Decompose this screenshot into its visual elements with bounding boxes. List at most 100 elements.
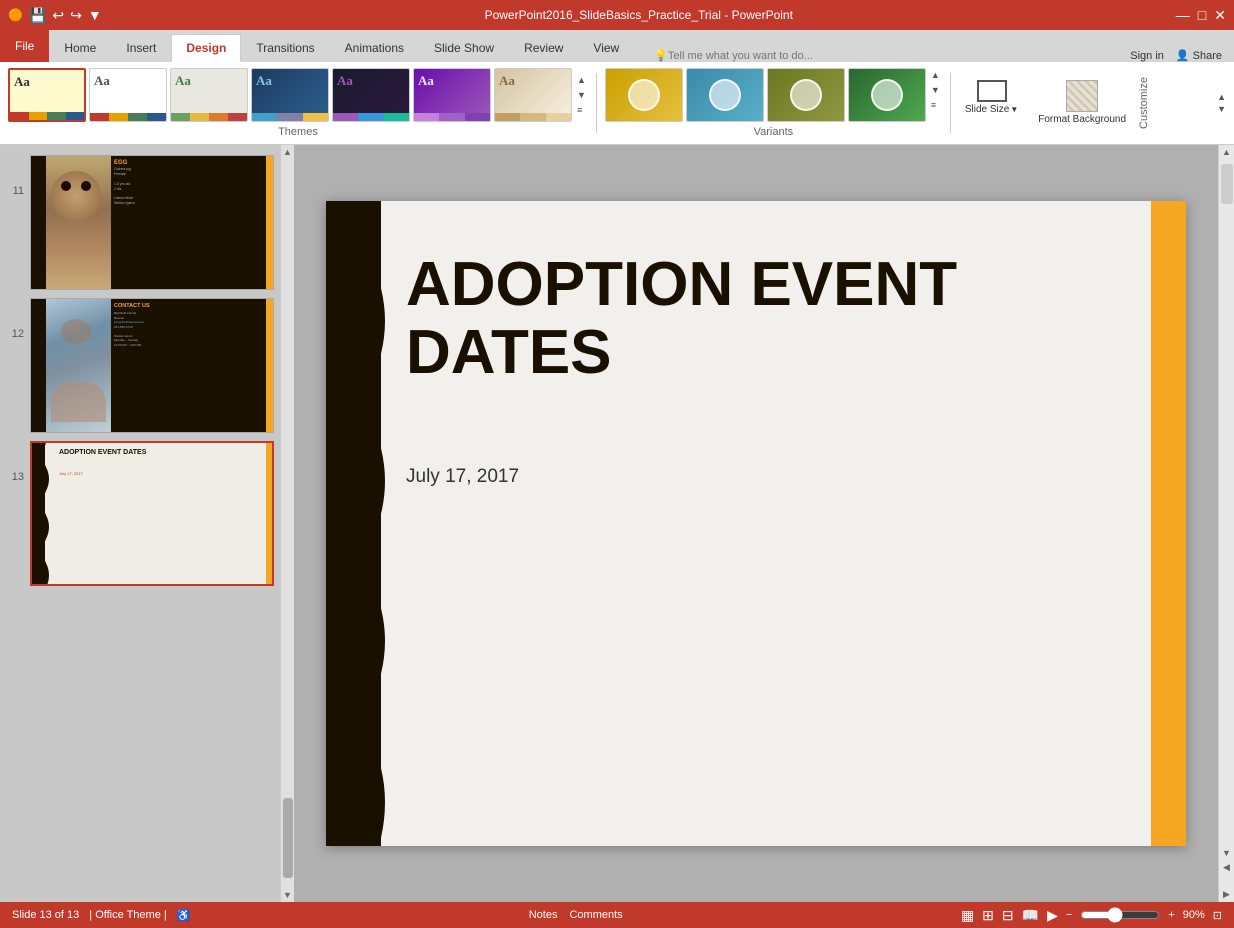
variant-blue[interactable] [686, 68, 764, 122]
theme-4[interactable]: Aa [251, 68, 329, 122]
themes-scroll-down[interactable]: ▼ [575, 88, 588, 102]
thumb-12-body: Blythfield AnimalRescue info@blythfield-… [114, 311, 263, 347]
accessibility-icon[interactable]: ♿ [177, 909, 191, 922]
variants-row: ▲ ▼ ≡ [605, 68, 942, 122]
status-center: Notes Comments [529, 909, 623, 921]
format-background-button[interactable]: Format Background [1032, 76, 1132, 130]
theme-2[interactable]: Aa [89, 68, 167, 122]
theme-7[interactable]: Aa [494, 68, 572, 122]
slide-info: Slide 13 of 13 [12, 909, 79, 921]
view-normal[interactable]: ▦ [961, 907, 974, 924]
zoom-in[interactable]: + [1168, 909, 1174, 921]
search-input[interactable] [668, 50, 868, 62]
search-area: 💡 [634, 49, 1118, 62]
share-button[interactable]: 👤 Share [1176, 49, 1222, 62]
slide-content: ADOPTION EVENT DATES July 17, 2017 [406, 201, 1136, 846]
quick-access-undo[interactable]: ↩ [52, 7, 64, 24]
thumb-11-title: EGG [114, 160, 263, 166]
slide-preview-12[interactable]: CONTACT US Blythfield AnimalRescue info@… [30, 298, 274, 433]
quick-access-save[interactable]: 💾 [29, 7, 46, 24]
slide-thumb-13[interactable]: 13 ADOPTION EVENT DATES July 17, 2017 [4, 439, 276, 588]
variant-olive[interactable] [767, 68, 845, 122]
view-outline[interactable]: ⊞ [982, 907, 994, 924]
themes-scroll-up[interactable]: ▲ [575, 73, 588, 87]
slide-panel-scrollbar[interactable]: ▲ ▼ [280, 145, 294, 902]
zoom-percent[interactable]: 90% [1183, 909, 1205, 921]
slide-preview-13[interactable]: ADOPTION EVENT DATES July 17, 2017 [30, 441, 274, 586]
theme-5[interactable]: Aa [332, 68, 410, 122]
close-button[interactable]: ✕ [1214, 7, 1226, 24]
themes-more[interactable]: ≡ [575, 103, 588, 117]
canvas-scroll-up[interactable]: ▲ [1220, 145, 1233, 159]
slide-panel: 11 [0, 145, 280, 902]
comments-button[interactable]: Comments [569, 909, 622, 921]
thumb-13-date: July 17, 2017 [59, 471, 262, 476]
canvas-scrollbar[interactable]: ▲ ▼ ◀ ▶ [1218, 145, 1234, 902]
tab-view[interactable]: View [578, 34, 634, 62]
slide-wavy-edge [365, 201, 395, 846]
customize-label: Customize [1138, 77, 1150, 129]
slide-right-bar [1151, 201, 1186, 846]
tab-transitions[interactable]: Transitions [241, 34, 329, 62]
variants-scroll-up[interactable]: ▲ [929, 68, 942, 82]
canvas-scroll-left[interactable]: ◀ [1221, 860, 1232, 875]
slide-thumb-11[interactable]: 11 [4, 153, 276, 292]
quick-access-more[interactable]: ▼ [88, 7, 102, 23]
maximize-button[interactable]: □ [1198, 7, 1206, 23]
slide-left-bar [326, 201, 381, 846]
slide-thumb-12[interactable]: 12 CONTACT US [4, 296, 276, 435]
notes-button[interactable]: Notes [529, 909, 558, 921]
variants-scroll-down[interactable]: ▼ [929, 83, 942, 97]
scrollbar-thumb[interactable] [283, 798, 293, 878]
slide-size-icon [977, 80, 1007, 102]
slide-date[interactable]: July 17, 2017 [406, 466, 519, 488]
slide-canvas[interactable]: ADOPTION EVENT DATES July 17, 2017 [326, 201, 1186, 846]
view-reading[interactable]: 📖 [1022, 907, 1039, 924]
canvas-scrollbar-thumb[interactable] [1221, 164, 1233, 204]
thumb-13-title: ADOPTION EVENT DATES [59, 449, 262, 457]
zoom-slider[interactable] [1080, 907, 1160, 923]
variant-green[interactable] [848, 68, 926, 122]
view-slide-sorter[interactable]: ⊟ [1002, 907, 1014, 924]
theme-3[interactable]: Aa [170, 68, 248, 122]
tab-slideshow[interactable]: Slide Show [419, 34, 509, 62]
ribbon-divider-1 [596, 73, 597, 133]
ribbon-scroll-down[interactable]: ▼ [1217, 104, 1226, 114]
view-presenter[interactable]: ▶ [1047, 907, 1058, 924]
minimize-button[interactable]: — [1176, 7, 1190, 23]
canvas-scroll-right[interactable]: ▶ [1221, 887, 1232, 902]
slide-preview-11[interactable]: EGG Guinea pigFemale1.8 yrs old2 lbsLlam… [30, 155, 274, 290]
tab-review[interactable]: Review [509, 34, 578, 62]
zoom-out[interactable]: − [1066, 909, 1072, 921]
canvas-scrollbar-track [1220, 159, 1234, 846]
tab-insert[interactable]: Insert [111, 34, 171, 62]
title-bar-right: — □ ✕ [1176, 7, 1226, 24]
canvas-scroll-down[interactable]: ▼ [1220, 846, 1233, 860]
quick-access-redo[interactable]: ↪ [70, 7, 82, 24]
slide-size-button[interactable]: Slide Size ▼ [959, 76, 1024, 119]
ribbon-scroll-up[interactable]: ▲ [1217, 92, 1226, 102]
themes-row: Aa Aa Aa [8, 68, 588, 122]
slide-number-12: 12 [6, 298, 24, 340]
wavy-svg-13 [38, 443, 51, 584]
fit-slide[interactable]: ⊡ [1213, 909, 1222, 922]
slide-title[interactable]: ADOPTION EVENT DATES [406, 251, 1136, 387]
variant-gold[interactable] [605, 68, 683, 122]
tab-animations[interactable]: Animations [330, 34, 419, 62]
scrollbar-up-arrow[interactable]: ▲ [281, 145, 294, 159]
slide-canvas-wrap: ADOPTION EVENT DATES July 17, 2017 [294, 145, 1218, 902]
variants-more[interactable]: ≡ [929, 98, 942, 112]
signin-button[interactable]: Sign in [1130, 50, 1164, 62]
tab-file[interactable]: File [0, 30, 49, 62]
theme-6[interactable]: Aa [413, 68, 491, 122]
signin-share: Sign in 👤 Share [1118, 49, 1234, 62]
theme-office[interactable]: Aa [8, 68, 86, 122]
tab-design[interactable]: Design [171, 34, 241, 62]
main-area: 11 [0, 145, 1234, 902]
ribbon-content: Aa Aa Aa [0, 62, 1234, 145]
tab-home[interactable]: Home [49, 34, 111, 62]
variants-label: Variants [605, 124, 942, 138]
app-title: PowerPoint2016_SlideBasics_Practice_Tria… [102, 8, 1176, 22]
scrollbar-down-arrow[interactable]: ▼ [281, 888, 294, 902]
slide-size-label: Slide Size ▼ [965, 104, 1018, 115]
